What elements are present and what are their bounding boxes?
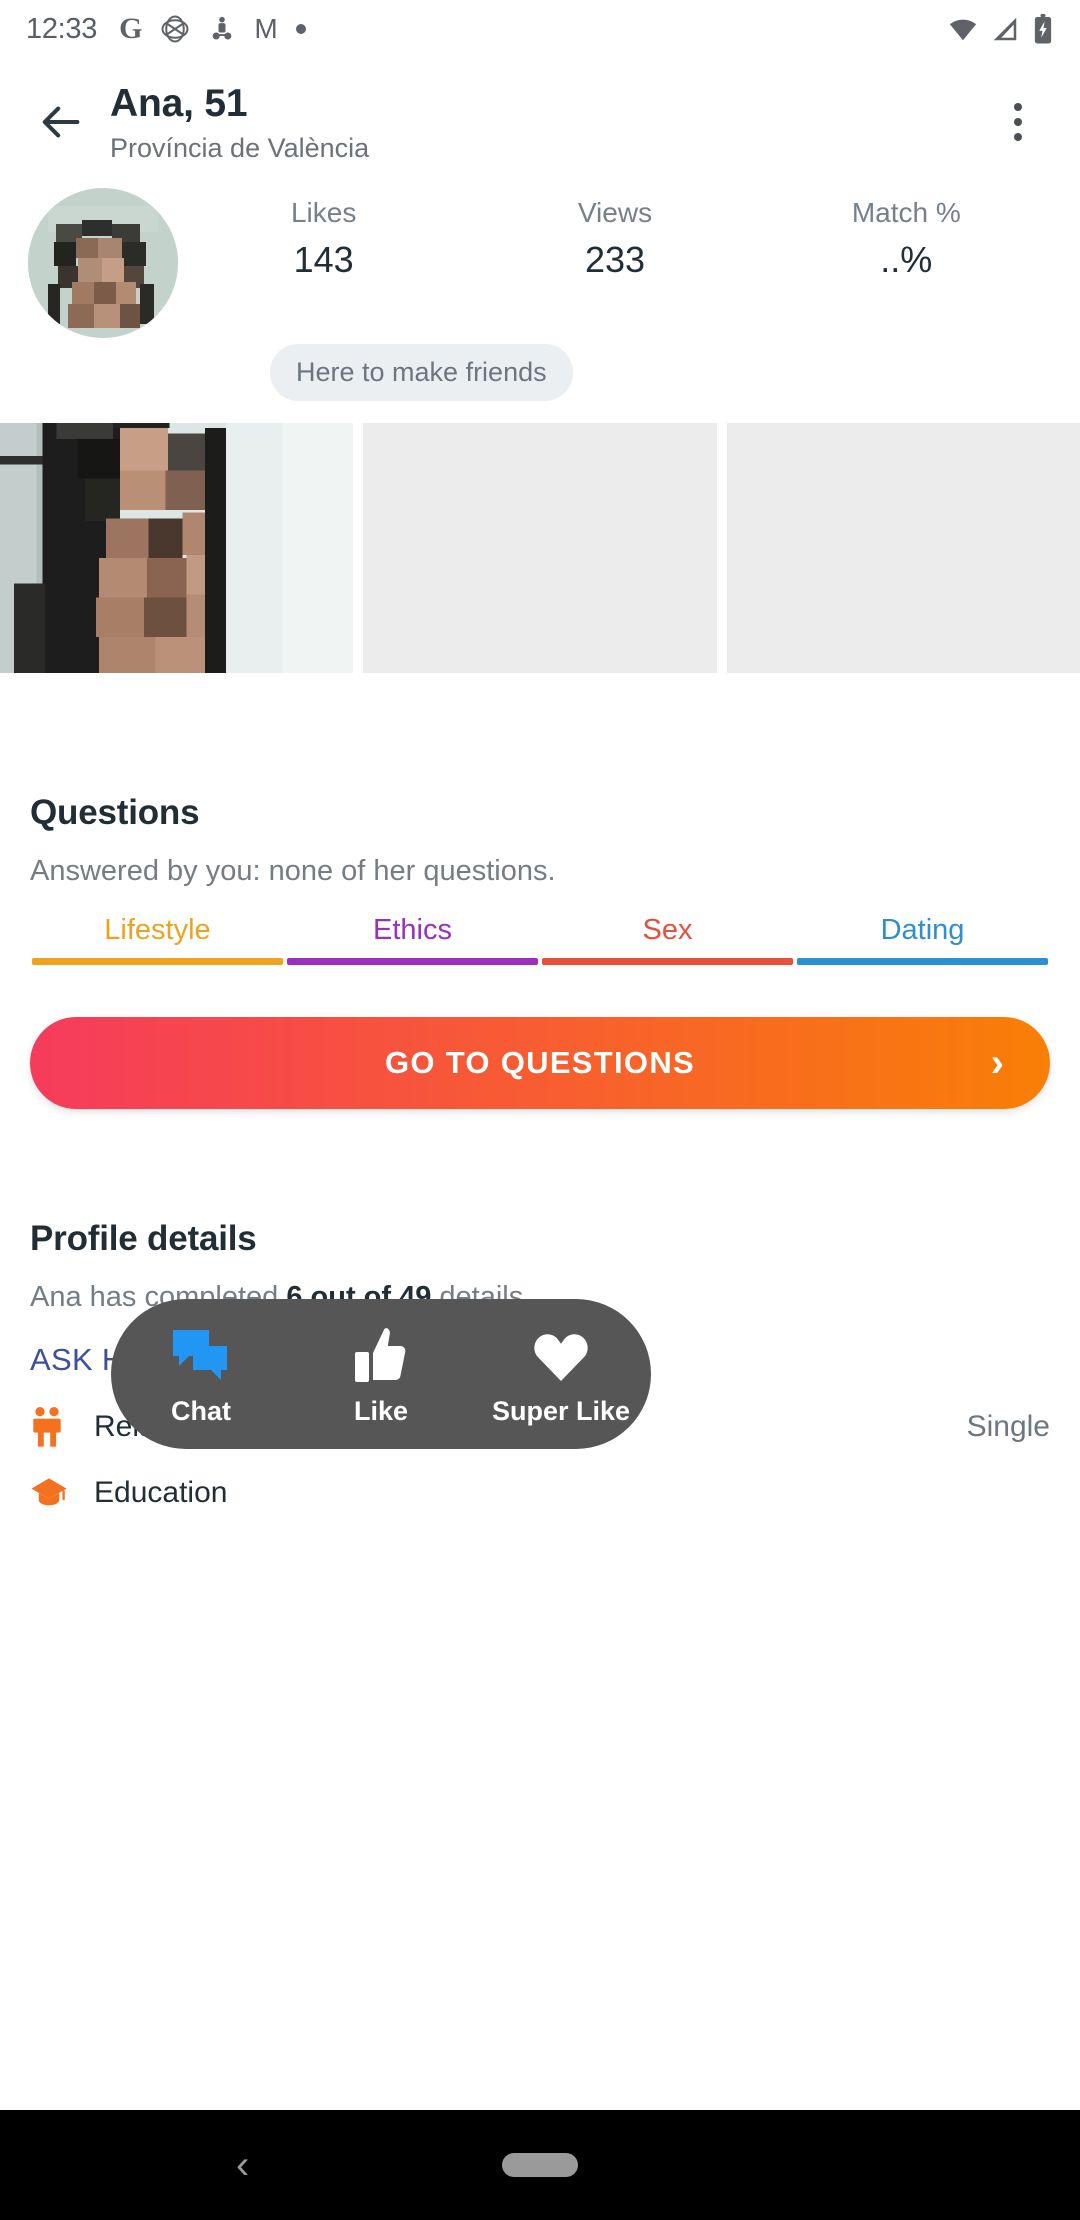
stat-likes: Likes 143 bbox=[234, 196, 414, 281]
profile-details-title: Profile details bbox=[30, 1219, 257, 1259]
tab-label: Dating bbox=[880, 914, 965, 947]
profile-location: Província de València bbox=[110, 132, 370, 163]
question-category-tabs: Lifestyle Ethics Sex Dating bbox=[30, 914, 1050, 966]
tab-lifestyle[interactable]: Lifestyle bbox=[30, 914, 285, 966]
detail-row-education: Education bbox=[30, 1448, 1050, 1510]
app-bar: Ana, 51 Província de València bbox=[0, 58, 1080, 170]
questions-section: Questions Answered by you: none of her q… bbox=[0, 793, 1080, 966]
dot-icon bbox=[295, 24, 306, 34]
page-title: Ana, 51 bbox=[110, 82, 248, 125]
tab-label: Ethics bbox=[373, 914, 452, 947]
questions-title: Questions bbox=[30, 793, 200, 833]
photo-gallery bbox=[0, 423, 1080, 674]
chat-bubbles-icon bbox=[171, 1322, 231, 1384]
signal-icon bbox=[990, 14, 1020, 44]
go-to-questions-label: GO TO QUESTIONS bbox=[384, 1045, 696, 1081]
battery-charging-icon bbox=[1032, 14, 1054, 44]
questions-subtitle: Answered by you: none of her questions. bbox=[30, 855, 556, 888]
google-icon: G bbox=[119, 12, 143, 45]
stat-value: 143 bbox=[293, 238, 354, 280]
chat-label: Chat bbox=[171, 1395, 231, 1426]
detail-key: Education bbox=[94, 1476, 228, 1510]
status-bar-time: 12:33 bbox=[26, 12, 98, 45]
wifi-icon bbox=[948, 14, 978, 44]
graduation-cap-icon bbox=[30, 1476, 94, 1510]
app-icon bbox=[208, 15, 236, 43]
profile-screen: 12:33 G M Ana, 51 Província de València … bbox=[0, 0, 1080, 2220]
chevron-right-icon: › bbox=[990, 1041, 1004, 1086]
gallery-photo-3[interactable] bbox=[726, 423, 1080, 674]
more-vertical-icon bbox=[1014, 103, 1022, 111]
avatar-pixelated-photo bbox=[28, 188, 178, 339]
gallery-photo-2[interactable] bbox=[363, 423, 717, 674]
heart-icon bbox=[533, 1322, 589, 1384]
status-bar-system-icons bbox=[948, 14, 1054, 44]
stat-views: Views 233 bbox=[525, 196, 705, 281]
status-bar-notification-icons: G M bbox=[119, 14, 306, 44]
stats-row: Likes 143 Views 233 Match % ..% bbox=[0, 170, 1080, 339]
profile-title-block: Ana, 51 Província de València bbox=[110, 82, 984, 164]
status-bar: 12:33 G M bbox=[0, 0, 1080, 58]
like-button[interactable]: Like bbox=[306, 1322, 456, 1427]
stat-label: Match % bbox=[851, 197, 961, 229]
globe-icon bbox=[160, 14, 190, 44]
stat-match-percent: Match % ..% bbox=[816, 196, 996, 281]
go-to-questions-button[interactable]: GO TO QUESTIONS › bbox=[30, 1017, 1050, 1110]
gmail-icon: M bbox=[254, 13, 278, 44]
avatar[interactable] bbox=[28, 188, 178, 339]
nav-home-pill[interactable] bbox=[502, 2153, 578, 2177]
couple-icon bbox=[30, 1406, 94, 1448]
tab-underline bbox=[287, 958, 538, 966]
thumbs-up-icon bbox=[355, 1322, 407, 1384]
back-arrow-icon bbox=[42, 106, 80, 138]
tab-dating[interactable]: Dating bbox=[795, 914, 1050, 966]
back-button[interactable] bbox=[28, 88, 96, 156]
tab-underline bbox=[542, 958, 793, 966]
overflow-menu-button[interactable] bbox=[984, 88, 1052, 156]
stat-value: ..% bbox=[880, 238, 933, 280]
super-like-label: Super Like bbox=[491, 1395, 631, 1426]
intent-chip-row: Here to make friends bbox=[0, 338, 1080, 402]
tab-underline bbox=[797, 958, 1048, 966]
tab-label: Lifestyle bbox=[104, 914, 211, 947]
super-like-button[interactable]: Super Like bbox=[486, 1322, 636, 1427]
gallery-photo-1[interactable] bbox=[0, 423, 354, 674]
tab-sex[interactable]: Sex bbox=[540, 914, 795, 966]
gallery-photo-1-image bbox=[0, 423, 354, 674]
floating-action-bar: Chat Like Super Like bbox=[111, 1299, 651, 1449]
stats-group: Likes 143 Views 233 Match % ..% bbox=[178, 188, 1052, 281]
chat-button[interactable]: Chat bbox=[126, 1322, 276, 1427]
stat-label: Views bbox=[577, 197, 653, 229]
stat-value: 233 bbox=[584, 238, 646, 280]
system-nav-bar: ‹ bbox=[0, 2110, 1080, 2220]
tab-label: Sex bbox=[642, 914, 693, 947]
detail-value: Single bbox=[966, 1410, 1050, 1444]
avatar-image bbox=[28, 188, 178, 339]
tab-underline bbox=[32, 958, 283, 966]
tab-ethics[interactable]: Ethics bbox=[285, 914, 540, 966]
status-badge: Here to make friends bbox=[270, 344, 573, 402]
nav-back-icon[interactable]: ‹ bbox=[236, 2145, 249, 2185]
like-label: Like bbox=[353, 1395, 409, 1426]
stat-label: Likes bbox=[290, 197, 357, 229]
